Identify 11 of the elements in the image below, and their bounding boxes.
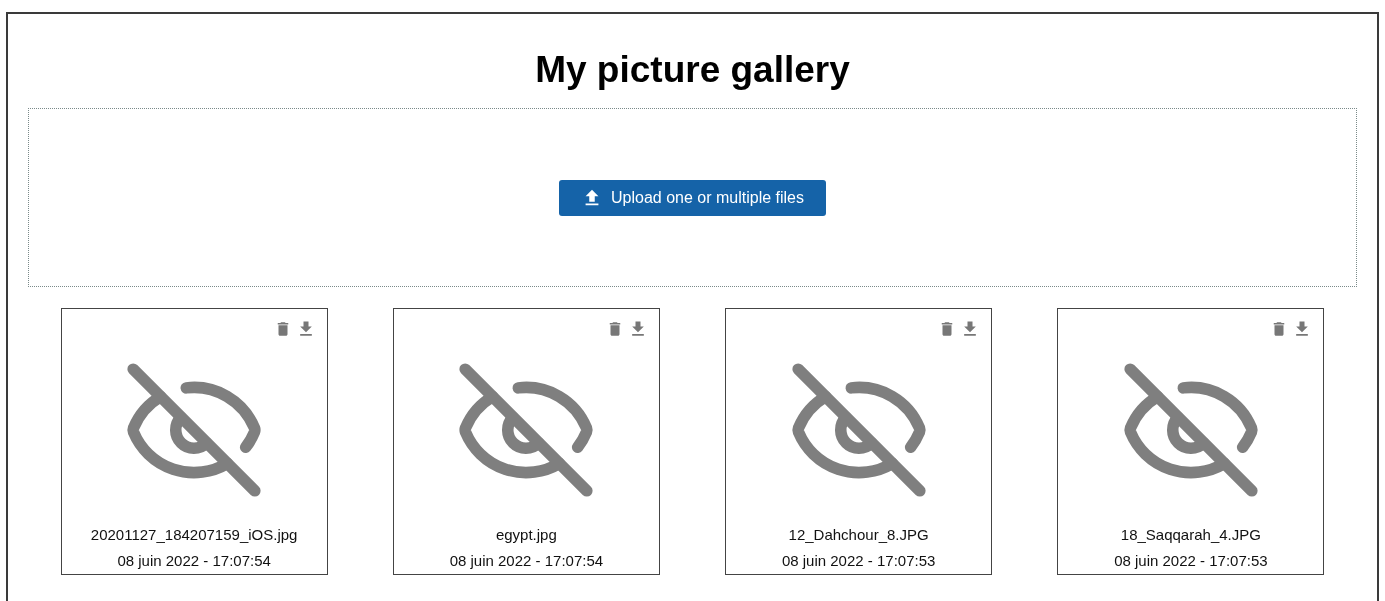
- file-name: egypt.jpg: [495, 525, 557, 545]
- upload-button[interactable]: Upload one or multiple files: [559, 179, 826, 216]
- page-title: My picture gallery: [534, 48, 851, 92]
- file-date: 08 juin 2022 - 17:07:54: [449, 551, 604, 571]
- file-name: 12_Dahchour_8.JPG: [788, 525, 929, 545]
- file-date: 08 juin 2022 - 17:07:54: [117, 551, 271, 571]
- file-name: 18_Saqqarah_4.JPG: [1120, 525, 1261, 545]
- drop-zone[interactable]: Upload one or multiple files: [28, 108, 1357, 287]
- file-name: 20201127_184207159_iOS.jpg: [90, 525, 298, 545]
- file-date: 08 juin 2022 - 17:07:53: [781, 551, 936, 571]
- file-date: 08 juin 2022 - 17:07:53: [1114, 551, 1268, 571]
